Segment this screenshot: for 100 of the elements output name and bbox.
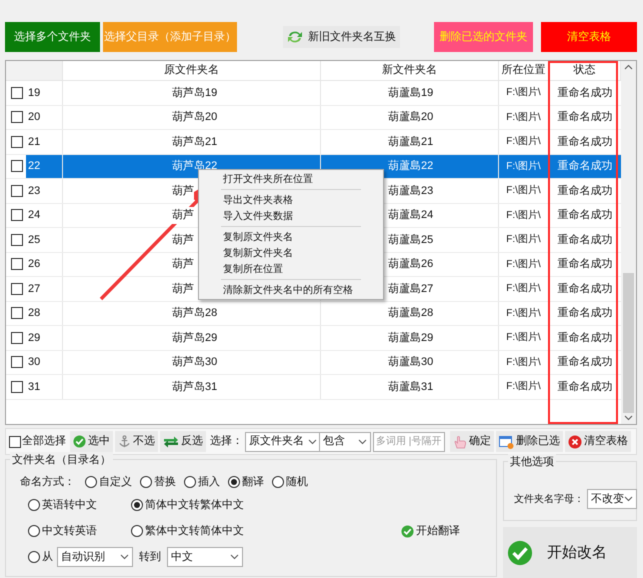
checkbox[interactable] [9, 436, 21, 448]
radio-button[interactable] [28, 499, 40, 511]
scroll-up-icon [624, 64, 633, 70]
radio-option[interactable]: 中文转英语 [28, 521, 131, 541]
table-cell: F:\图片\ [499, 130, 549, 154]
table-cell: F:\图片\ [499, 326, 549, 350]
table-row[interactable]: 31 葫芦岛31 葫蘆島31 F:\图片\ 重命名成功 [6, 375, 621, 400]
checkbox[interactable] [11, 234, 23, 246]
row-number: 20 [27, 110, 42, 125]
table-cell-text: 重命名成功 [556, 330, 614, 346]
label: 命名方式： [20, 474, 75, 490]
toolbar-button[interactable]: 清空表格 [565, 431, 631, 452]
radio-option[interactable]: 翻译 [228, 474, 264, 490]
row-number: 23 [27, 184, 42, 198]
radio-button[interactable] [131, 499, 143, 511]
dropdown[interactable]: 自动识别 [57, 547, 133, 567]
table-cell: 葫蘆島28 [321, 302, 499, 325]
dropdown[interactable]: 不改变 [587, 489, 637, 509]
table-cell: 葫芦 [172, 232, 194, 248]
radio-option[interactable]: 简体中文转繁体中文 [131, 495, 401, 515]
row-number: 29 [27, 330, 42, 346]
toolbar-button[interactable]: 清空表格 [541, 22, 637, 52]
table-cell-text: 重命名成功 [556, 355, 614, 370]
toolbar-button[interactable]: 确定 [450, 431, 494, 452]
table-cell: F:\图片\ [499, 81, 549, 104]
table-cell: F:\图片\ [499, 106, 549, 129]
table-cell: 葫蘆島29 [321, 326, 499, 350]
table-cell: F:\图片\ [499, 277, 549, 300]
row-number: 25 [27, 232, 42, 248]
toolbar-button[interactable]: 删除已选 [496, 431, 563, 452]
column-header[interactable]: 新文件夹名 [321, 61, 499, 80]
table-row[interactable]: 30 葫芦岛30 葫蘆島30 F:\图片\ 重命名成功 [6, 350, 621, 375]
dropdown[interactable]: 原文件夹名 [245, 432, 321, 452]
checkbox[interactable] [11, 111, 23, 124]
table-cell: F:\图片\ [499, 252, 549, 276]
input-field[interactable]: 多词用 |号隔开 [373, 432, 445, 452]
table-cell-text: 重命名成功 [556, 86, 614, 100]
radio-option[interactable]: 插入 [184, 474, 220, 490]
toolbar-button[interactable]: 反选 [160, 431, 206, 452]
radio-button[interactable] [28, 525, 40, 537]
radio-option[interactable]: 英语转中文 [28, 495, 131, 515]
table-cell: 葫芦岛21 [172, 134, 218, 150]
checkbox[interactable] [11, 209, 23, 222]
translate-button[interactable]: 开始翻译 [401, 522, 496, 540]
start-button[interactable]: 开始改名 [503, 527, 637, 578]
column-header[interactable]: 原文件夹名 [63, 61, 321, 80]
radio-button[interactable] [140, 476, 152, 488]
checkbox[interactable] [11, 332, 23, 344]
checkbox[interactable] [11, 136, 23, 148]
checkbox[interactable] [11, 356, 23, 368]
toolbar-button[interactable]: 选择多个文件夹 [5, 22, 100, 52]
check-icon [73, 435, 86, 448]
checkbox[interactable] [11, 184, 23, 197]
radio-button[interactable] [131, 525, 143, 537]
checkbox[interactable] [11, 258, 23, 270]
label: 转到 [139, 550, 161, 565]
radio-option[interactable]: 繁体中文转简体中文 [131, 521, 401, 541]
table-cell: 葫蘆島19 [321, 81, 499, 104]
table-row[interactable]: 19 葫芦岛19 葫蘆島19 F:\图片\ 重命名成功 [6, 81, 621, 106]
caret-icon [120, 554, 129, 560]
radio-option[interactable]: 替换 [140, 474, 176, 490]
radio-option[interactable]: 自定义 [85, 474, 132, 490]
scrollbar[interactable] [621, 61, 636, 424]
row-number: 28 [27, 306, 42, 321]
table-row[interactable]: 20 葫芦岛20 葫蘆島20 F:\图片\ 重命名成功 [6, 106, 621, 130]
radio-button[interactable] [28, 551, 40, 563]
scrollbar-thumb[interactable] [623, 273, 634, 413]
table-cell-text: 重命名成功 [556, 257, 614, 272]
row-number: 24 [27, 208, 42, 223]
caret-icon [624, 496, 633, 502]
table-cell-text: 重命名成功 [556, 232, 614, 248]
close-icon [568, 434, 582, 448]
caret-icon [230, 554, 239, 560]
swap-button[interactable]: 新旧文件夹名互换 [283, 26, 400, 48]
row-number: 27 [27, 282, 42, 296]
table-cell: 葫蘆島20 [321, 106, 499, 129]
radio-button[interactable] [184, 476, 196, 488]
table-row[interactable]: 29 葫芦岛29 葫蘆島29 F:\图片\ 重命名成功 [6, 326, 621, 350]
table-row[interactable]: 28 葫芦岛28 葫蘆島28 F:\图片\ 重命名成功 [6, 302, 621, 326]
table-cell: 葫芦 [172, 182, 194, 199]
dropdown[interactable]: 中文 [167, 547, 243, 567]
table-cell: F:\图片\ [499, 154, 549, 178]
radio-button[interactable] [85, 476, 97, 488]
row-number: 26 [27, 257, 42, 272]
select-all-checkbox[interactable]: 全部选择 [9, 433, 66, 450]
column-header[interactable]: 所在位置 [499, 61, 549, 80]
radio-option[interactable]: 随机 [272, 474, 308, 490]
checkbox[interactable] [11, 307, 23, 320]
radio-button[interactable] [228, 476, 240, 488]
radio-button[interactable] [272, 476, 284, 488]
checkbox[interactable] [11, 86, 23, 99]
checkbox[interactable] [11, 160, 23, 172]
table-cell: 葫蘆島30 [321, 350, 499, 374]
checkbox[interactable] [11, 380, 23, 393]
radio-option[interactable]: 从 [28, 547, 53, 567]
toolbar-button[interactable]: 不选 [115, 431, 158, 452]
dropdown[interactable]: 包含 [319, 432, 371, 452]
checkbox[interactable] [11, 282, 23, 295]
table-cell: F:\图片\ [499, 204, 549, 227]
toolbar-button[interactable]: 选中 [70, 431, 113, 452]
